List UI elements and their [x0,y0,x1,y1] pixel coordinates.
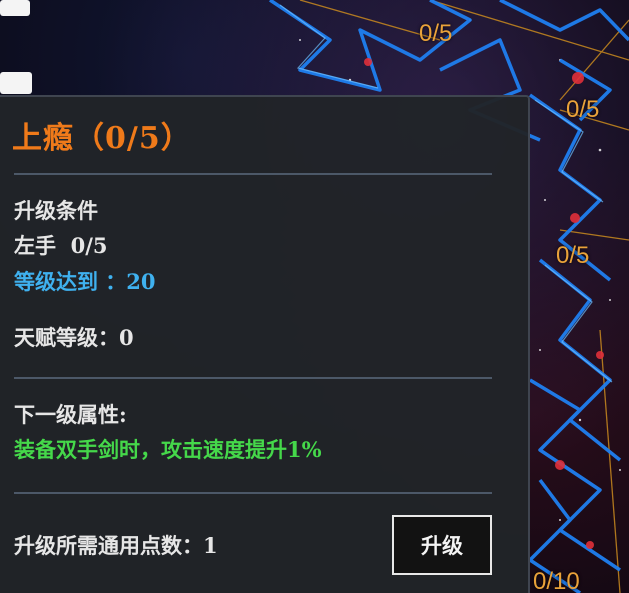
requirements-heading: 升级条件 [14,198,98,223]
talent-level: 天赋等级：0 [14,325,134,350]
left-hand-requirement: 左手 0/5 [14,233,108,258]
talent-title: 上瘾（0/5） [12,121,192,156]
divider [14,377,492,379]
corner-ui-chip [0,0,30,16]
level-requirement: 等级达到 ：20 [14,269,156,294]
talent-node-count: 0/5 [556,242,590,269]
talent-node-count: 0/5 [566,96,600,123]
divider [14,492,492,494]
corner-ui-chip [0,72,32,94]
talent-tooltip: 上瘾（0/5） 升级条件 左手 0/5 等级达到 ：20 天赋等级：0 下一级属… [0,95,530,593]
next-level-effect: 装备双手剑时，攻击速度提升1% [14,437,322,462]
upgrade-button[interactable]: 升级 [392,515,492,575]
talent-node-count: 0/5 [419,20,453,47]
talent-node-count: 0/10 [533,568,580,593]
next-level-heading: 下一级属性: [14,402,127,427]
upgrade-cost: 升级所需通用点数：1 [14,533,218,558]
divider [14,173,492,175]
